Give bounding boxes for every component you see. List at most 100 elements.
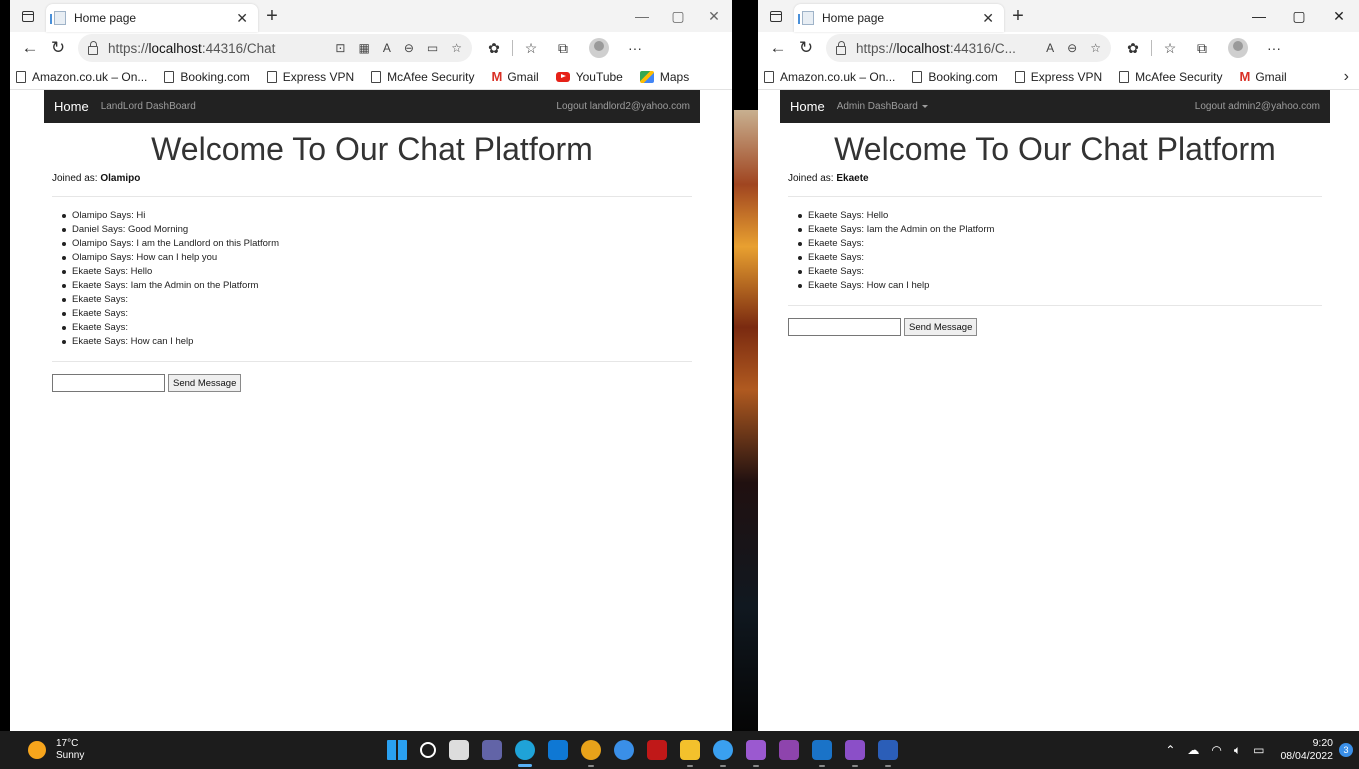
notification-badge[interactable]: 3 bbox=[1339, 743, 1353, 757]
zoom-icon[interactable]: ⊖ bbox=[404, 41, 414, 55]
page-title: Welcome To Our Chat Platform bbox=[834, 131, 1276, 167]
nav-landlord-dashboard-link[interactable]: LandLord DashBoard bbox=[101, 101, 196, 112]
favorite-express-vpn[interactable]: Express VPN bbox=[1014, 70, 1102, 84]
weather-widget[interactable]: 17°C Sunny bbox=[28, 738, 148, 762]
read-aloud-icon[interactable]: A bbox=[383, 41, 391, 55]
logout-link[interactable]: Logout landlord2@yahoo.com bbox=[556, 101, 690, 112]
favorites-icon[interactable]: ☆ bbox=[515, 40, 547, 57]
gmail-icon: M bbox=[1239, 69, 1251, 84]
read-aloud-icon[interactable]: A bbox=[1046, 41, 1054, 55]
qr-code-icon[interactable]: ▦ bbox=[358, 41, 369, 55]
maximize-icon[interactable]: ▢ bbox=[660, 0, 696, 32]
windows-start-icon[interactable] bbox=[386, 740, 407, 760]
favorites-bar: Amazon.co.uk – On... Booking.com Express… bbox=[758, 64, 1359, 90]
task-view-icon[interactable] bbox=[448, 740, 469, 760]
add-favorite-icon[interactable]: ☆ bbox=[451, 41, 462, 55]
back-arrow-icon[interactable]: ← bbox=[16, 34, 44, 62]
onedrive-cloud-icon[interactable]: ☁ bbox=[1187, 743, 1199, 757]
message-input[interactable] bbox=[52, 374, 165, 392]
minimize-icon[interactable]: — bbox=[1239, 0, 1279, 32]
help-icon[interactable] bbox=[613, 740, 634, 760]
nav-admin-dashboard-dropdown[interactable]: Admin DashBoard bbox=[837, 101, 928, 112]
web-page: Home LandLord DashBoard Logout landlord2… bbox=[10, 90, 732, 731]
add-favorite-icon[interactable]: ☆ bbox=[1090, 41, 1101, 55]
chevron-up-icon[interactable]: ⌃ bbox=[1165, 743, 1175, 757]
close-tab-icon[interactable]: ✕ bbox=[980, 10, 996, 27]
search-icon[interactable] bbox=[419, 742, 436, 758]
favorite-express-vpn[interactable]: Express VPN bbox=[266, 70, 354, 84]
chrome-icon[interactable] bbox=[580, 740, 601, 767]
lock-icon bbox=[836, 40, 846, 55]
profile-avatar[interactable] bbox=[1228, 38, 1248, 58]
collections-icon[interactable]: ⧉ bbox=[547, 40, 579, 57]
send-message-button[interactable]: Send Message bbox=[904, 318, 978, 336]
browser-tab[interactable]: Home page ✕ bbox=[46, 4, 258, 32]
favorite-maps[interactable]: Maps bbox=[639, 70, 689, 84]
teams-chat-icon[interactable] bbox=[481, 740, 502, 760]
collections-icon[interactable]: ⧉ bbox=[1186, 40, 1218, 57]
favorite-mcafee[interactable]: McAfee Security bbox=[1119, 70, 1223, 84]
visual-studio-icon-2[interactable] bbox=[778, 740, 799, 760]
logout-link[interactable]: Logout admin2@yahoo.com bbox=[1195, 101, 1320, 112]
mcafee-icon[interactable] bbox=[646, 740, 667, 760]
favorite-booking[interactable]: Booking.com bbox=[912, 70, 998, 84]
page-favicon-icon bbox=[50, 11, 66, 25]
url-text: https://localhost:44316/Chat bbox=[108, 40, 276, 56]
wifi-icon[interactable]: ◠ bbox=[1211, 743, 1221, 757]
site-navbar: Home LandLord DashBoard Logout landlord2… bbox=[44, 90, 700, 123]
outlook-icon[interactable] bbox=[811, 740, 832, 767]
close-window-icon[interactable]: ✕ bbox=[696, 0, 732, 32]
browser-tab[interactable]: Home page ✕ bbox=[794, 4, 1004, 32]
refresh-icon[interactable]: ↻ bbox=[792, 34, 820, 62]
nav-home-link[interactable]: Home bbox=[54, 99, 89, 114]
minimize-icon[interactable]: — bbox=[624, 0, 660, 32]
favorite-amazon[interactable]: Amazon.co.uk – On... bbox=[16, 70, 147, 84]
new-tab-icon[interactable]: + bbox=[258, 5, 286, 28]
chevron-right-icon[interactable]: › bbox=[1344, 68, 1349, 86]
close-window-icon[interactable]: ✕ bbox=[1319, 0, 1359, 32]
cortana-icon[interactable] bbox=[712, 740, 733, 767]
visual-studio-icon-3[interactable] bbox=[844, 740, 865, 767]
edge-icon[interactable] bbox=[514, 740, 535, 767]
close-tab-icon[interactable]: ✕ bbox=[234, 10, 250, 27]
tab-actions-button[interactable] bbox=[758, 10, 794, 22]
app-available-icon[interactable]: ⊡ bbox=[335, 41, 345, 55]
clock[interactable]: 9:20 08/04/2022 bbox=[1280, 737, 1333, 763]
divider bbox=[52, 196, 692, 197]
favorite-amazon[interactable]: Amazon.co.uk – On... bbox=[764, 70, 895, 84]
joined-username: Ekaete bbox=[836, 173, 869, 184]
refresh-icon[interactable]: ↻ bbox=[44, 34, 72, 62]
toolbar-divider bbox=[512, 40, 513, 56]
immersive-reader-icon[interactable]: ▭ bbox=[427, 41, 438, 55]
favorite-booking[interactable]: Booking.com bbox=[164, 70, 250, 84]
send-message-button[interactable]: Send Message bbox=[168, 374, 242, 392]
volume-icon[interactable]: 🔈︎ bbox=[1234, 743, 1241, 758]
favorites-icon[interactable]: ☆ bbox=[1154, 40, 1186, 57]
toolbar-divider bbox=[1151, 40, 1152, 56]
nav-home-link[interactable]: Home bbox=[790, 99, 825, 114]
address-bar[interactable]: https://localhost:44316/Chat ⊡ ▦ A ⊖ ▭ ☆ bbox=[78, 34, 472, 62]
zoom-icon[interactable]: ⊖ bbox=[1067, 41, 1077, 55]
word-icon[interactable] bbox=[877, 740, 898, 767]
maximize-icon[interactable]: ▢ bbox=[1279, 0, 1319, 32]
extensions-icon[interactable]: ✿ bbox=[478, 40, 510, 57]
profile-avatar[interactable] bbox=[589, 38, 609, 58]
message-item: Olamipo Says: How can I help you bbox=[62, 251, 692, 265]
favorite-gmail[interactable]: M Gmail bbox=[1240, 69, 1287, 84]
more-options-icon[interactable]: ··· bbox=[1258, 40, 1290, 56]
visual-studio-icon[interactable] bbox=[745, 740, 766, 767]
more-options-icon[interactable]: ··· bbox=[619, 40, 651, 56]
store-icon[interactable] bbox=[547, 740, 568, 760]
favorite-mcafee[interactable]: McAfee Security bbox=[371, 70, 475, 84]
extensions-icon[interactable]: ✿ bbox=[1117, 40, 1149, 57]
tab-actions-button[interactable] bbox=[10, 10, 46, 22]
message-item: Ekaete Says: Hello bbox=[798, 209, 1322, 223]
back-arrow-icon[interactable]: ← bbox=[764, 34, 792, 62]
favorite-youtube[interactable]: YouTube bbox=[555, 70, 623, 84]
new-tab-icon[interactable]: + bbox=[1004, 5, 1032, 28]
address-bar[interactable]: https://localhost:44316/C... A ⊖ ☆ bbox=[826, 34, 1111, 62]
message-input[interactable] bbox=[788, 318, 901, 336]
favorite-gmail[interactable]: M Gmail bbox=[492, 69, 539, 84]
battery-icon[interactable]: ▭ bbox=[1253, 743, 1264, 757]
file-explorer-icon[interactable] bbox=[679, 740, 700, 767]
